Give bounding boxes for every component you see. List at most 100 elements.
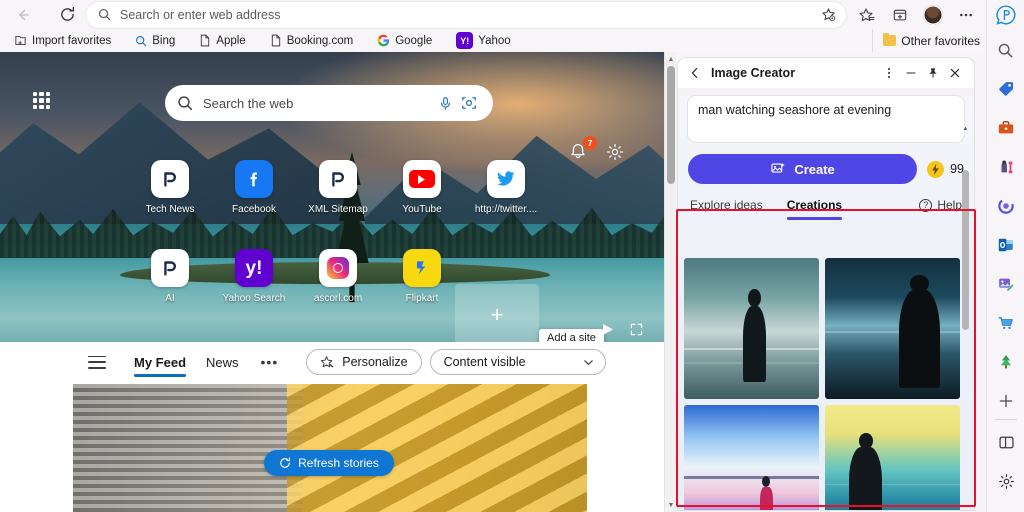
refresh-icon[interactable] xyxy=(52,2,82,28)
content-visibility-select[interactable]: Content visible xyxy=(429,349,606,375)
page-icon xyxy=(199,34,211,47)
boost-tokens: 99 xyxy=(927,160,964,178)
quick-links-grid: Tech News Facebook XML Sitemap YouTube h… xyxy=(128,152,548,304)
hamburger-icon[interactable] xyxy=(88,355,106,369)
copilot-icon[interactable] xyxy=(994,3,1018,27)
scroll-down-arrow-icon[interactable]: ▼ xyxy=(665,499,677,511)
quick-link-facebook[interactable]: Facebook xyxy=(212,152,296,215)
help-button[interactable]: ? Help xyxy=(919,198,962,212)
personalize-button[interactable]: Personalize xyxy=(306,349,422,375)
creation-thumbnail-2[interactable] xyxy=(825,258,960,399)
quick-link-twitter[interactable]: http://twitter.... xyxy=(464,152,548,215)
back-arrow-icon[interactable] xyxy=(8,2,38,28)
chevron-left-icon[interactable] xyxy=(688,62,702,84)
scroll-up-arrow-icon[interactable]: ▲ xyxy=(961,124,970,134)
image-creator-panel: Image Creator man watching seashore at e… xyxy=(678,58,974,510)
quick-link-label: Yahoo Search xyxy=(222,293,286,304)
split-screen-icon[interactable] xyxy=(992,428,1020,456)
collections-icon[interactable] xyxy=(885,2,915,28)
bookmark-label: Google xyxy=(395,34,433,47)
quick-link-ascorl[interactable]: ascorl.com xyxy=(296,241,380,304)
create-button[interactable]: Create xyxy=(688,154,918,184)
favorites-icon[interactable] xyxy=(852,2,882,28)
scroll-up-arrow-icon[interactable]: ▲ xyxy=(665,53,677,65)
panel-vertical-scrollbar[interactable]: ▲ ▼ xyxy=(961,124,970,510)
avatar[interactable] xyxy=(918,2,948,28)
google-icon xyxy=(377,34,390,47)
feed-more-icon[interactable]: ••• xyxy=(249,354,291,370)
quick-link-label: ascorl.com xyxy=(313,293,363,304)
search-icon[interactable] xyxy=(992,36,1020,64)
bookmark-booking[interactable]: Booking.com xyxy=(264,32,359,49)
bookmark-google[interactable]: Google xyxy=(371,32,438,49)
question-mark-icon: ? xyxy=(919,198,933,212)
prompt-input[interactable]: man watching seashore at evening xyxy=(688,96,964,142)
visual-search-icon[interactable] xyxy=(457,91,481,115)
tree-icon[interactable] xyxy=(992,348,1020,376)
creation-thumbnail-3[interactable] xyxy=(684,405,819,510)
quick-link-youtube[interactable]: YouTube xyxy=(380,152,464,215)
facebook-icon xyxy=(235,160,273,198)
settings-more-icon[interactable] xyxy=(951,2,981,28)
more-options-icon[interactable] xyxy=(878,62,900,84)
play-icon[interactable] xyxy=(602,323,614,336)
quick-link-flipkart[interactable]: Flipkart xyxy=(380,241,464,304)
shopping-tag-icon[interactable] xyxy=(992,75,1020,103)
settings-gear-icon[interactable] xyxy=(992,467,1020,495)
quick-link-ai[interactable]: AI xyxy=(128,241,212,304)
feed-tab-my-feed[interactable]: My Feed xyxy=(124,355,196,377)
add-site-tile[interactable]: + xyxy=(455,284,539,342)
expand-icon[interactable] xyxy=(630,323,643,336)
app-launcher-icon[interactable] xyxy=(33,92,50,109)
close-icon[interactable] xyxy=(944,62,966,84)
quick-link-tech-news[interactable]: Tech News xyxy=(128,152,212,215)
quick-link-label: XML Sitemap xyxy=(308,204,368,215)
flipkart-icon xyxy=(403,249,441,287)
quick-link-yahoo-search[interactable]: y! Yahoo Search xyxy=(212,241,296,304)
quick-link-label: AI xyxy=(165,293,175,304)
tools-briefcase-icon[interactable] xyxy=(992,114,1020,142)
bookmark-import-favorites[interactable]: Import favorites xyxy=(8,32,117,49)
bing-search-input[interactable]: Search the web xyxy=(203,96,433,111)
refresh-stories-button[interactable]: Refresh stories xyxy=(264,450,394,476)
microphone-icon[interactable] xyxy=(433,91,457,115)
bookmark-label: Booking.com xyxy=(286,34,354,47)
refresh-stories-label: Refresh stories xyxy=(298,456,379,470)
page-scrollbar-thumb[interactable] xyxy=(667,66,675,184)
image-creator-icon[interactable] xyxy=(992,270,1020,298)
search-icon xyxy=(98,8,111,21)
plus-icon: + xyxy=(490,302,504,327)
other-favorites[interactable]: Other favorites xyxy=(872,29,980,52)
outlook-icon[interactable] xyxy=(992,231,1020,259)
tab-creations[interactable]: Creations xyxy=(786,198,843,220)
page-scrollbar[interactable]: ▲ ▼ xyxy=(664,52,676,512)
bookmark-apple[interactable]: Apple xyxy=(193,32,251,49)
games-icon[interactable] xyxy=(992,153,1020,181)
vertical-scrollbar-thumb[interactable] xyxy=(962,170,969,330)
pin-icon[interactable] xyxy=(922,62,944,84)
feed-tab-news[interactable]: News xyxy=(196,355,249,370)
bookmark-yahoo[interactable]: Y! Yahoo xyxy=(450,30,516,51)
feed-article-image[interactable]: GOLD xyxy=(73,384,587,512)
bing-search-box[interactable]: Search the web xyxy=(165,85,493,121)
search-icon xyxy=(177,95,193,111)
tab-explore-ideas[interactable]: Explore ideas xyxy=(690,198,763,212)
bookmark-label: Import favorites xyxy=(32,34,112,47)
divider xyxy=(995,419,1017,420)
shopping-cart-icon[interactable] xyxy=(992,309,1020,337)
address-bar[interactable]: Search or enter web address xyxy=(86,1,846,28)
quick-link-label: Facebook xyxy=(232,204,276,215)
bookmark-bing[interactable]: Bing xyxy=(129,33,181,49)
microsoft-365-icon[interactable] xyxy=(992,192,1020,220)
add-site-tooltip: Add a site xyxy=(539,329,604,342)
creation-thumbnail-4[interactable] xyxy=(825,405,960,510)
quick-link-xml-sitemap[interactable]: XML Sitemap xyxy=(296,152,380,215)
address-bar-input[interactable]: Search or enter web address xyxy=(120,8,817,22)
creation-thumbnail-1[interactable] xyxy=(684,258,819,399)
edge-sidebar-rail xyxy=(986,0,1024,512)
quick-link-label: YouTube xyxy=(402,204,442,215)
minimize-icon[interactable] xyxy=(900,62,922,84)
add-to-favorites-icon[interactable] xyxy=(817,7,840,22)
gear-icon[interactable] xyxy=(605,142,627,164)
quick-links-row-1: Tech News Facebook XML Sitemap YouTube h… xyxy=(128,152,548,215)
